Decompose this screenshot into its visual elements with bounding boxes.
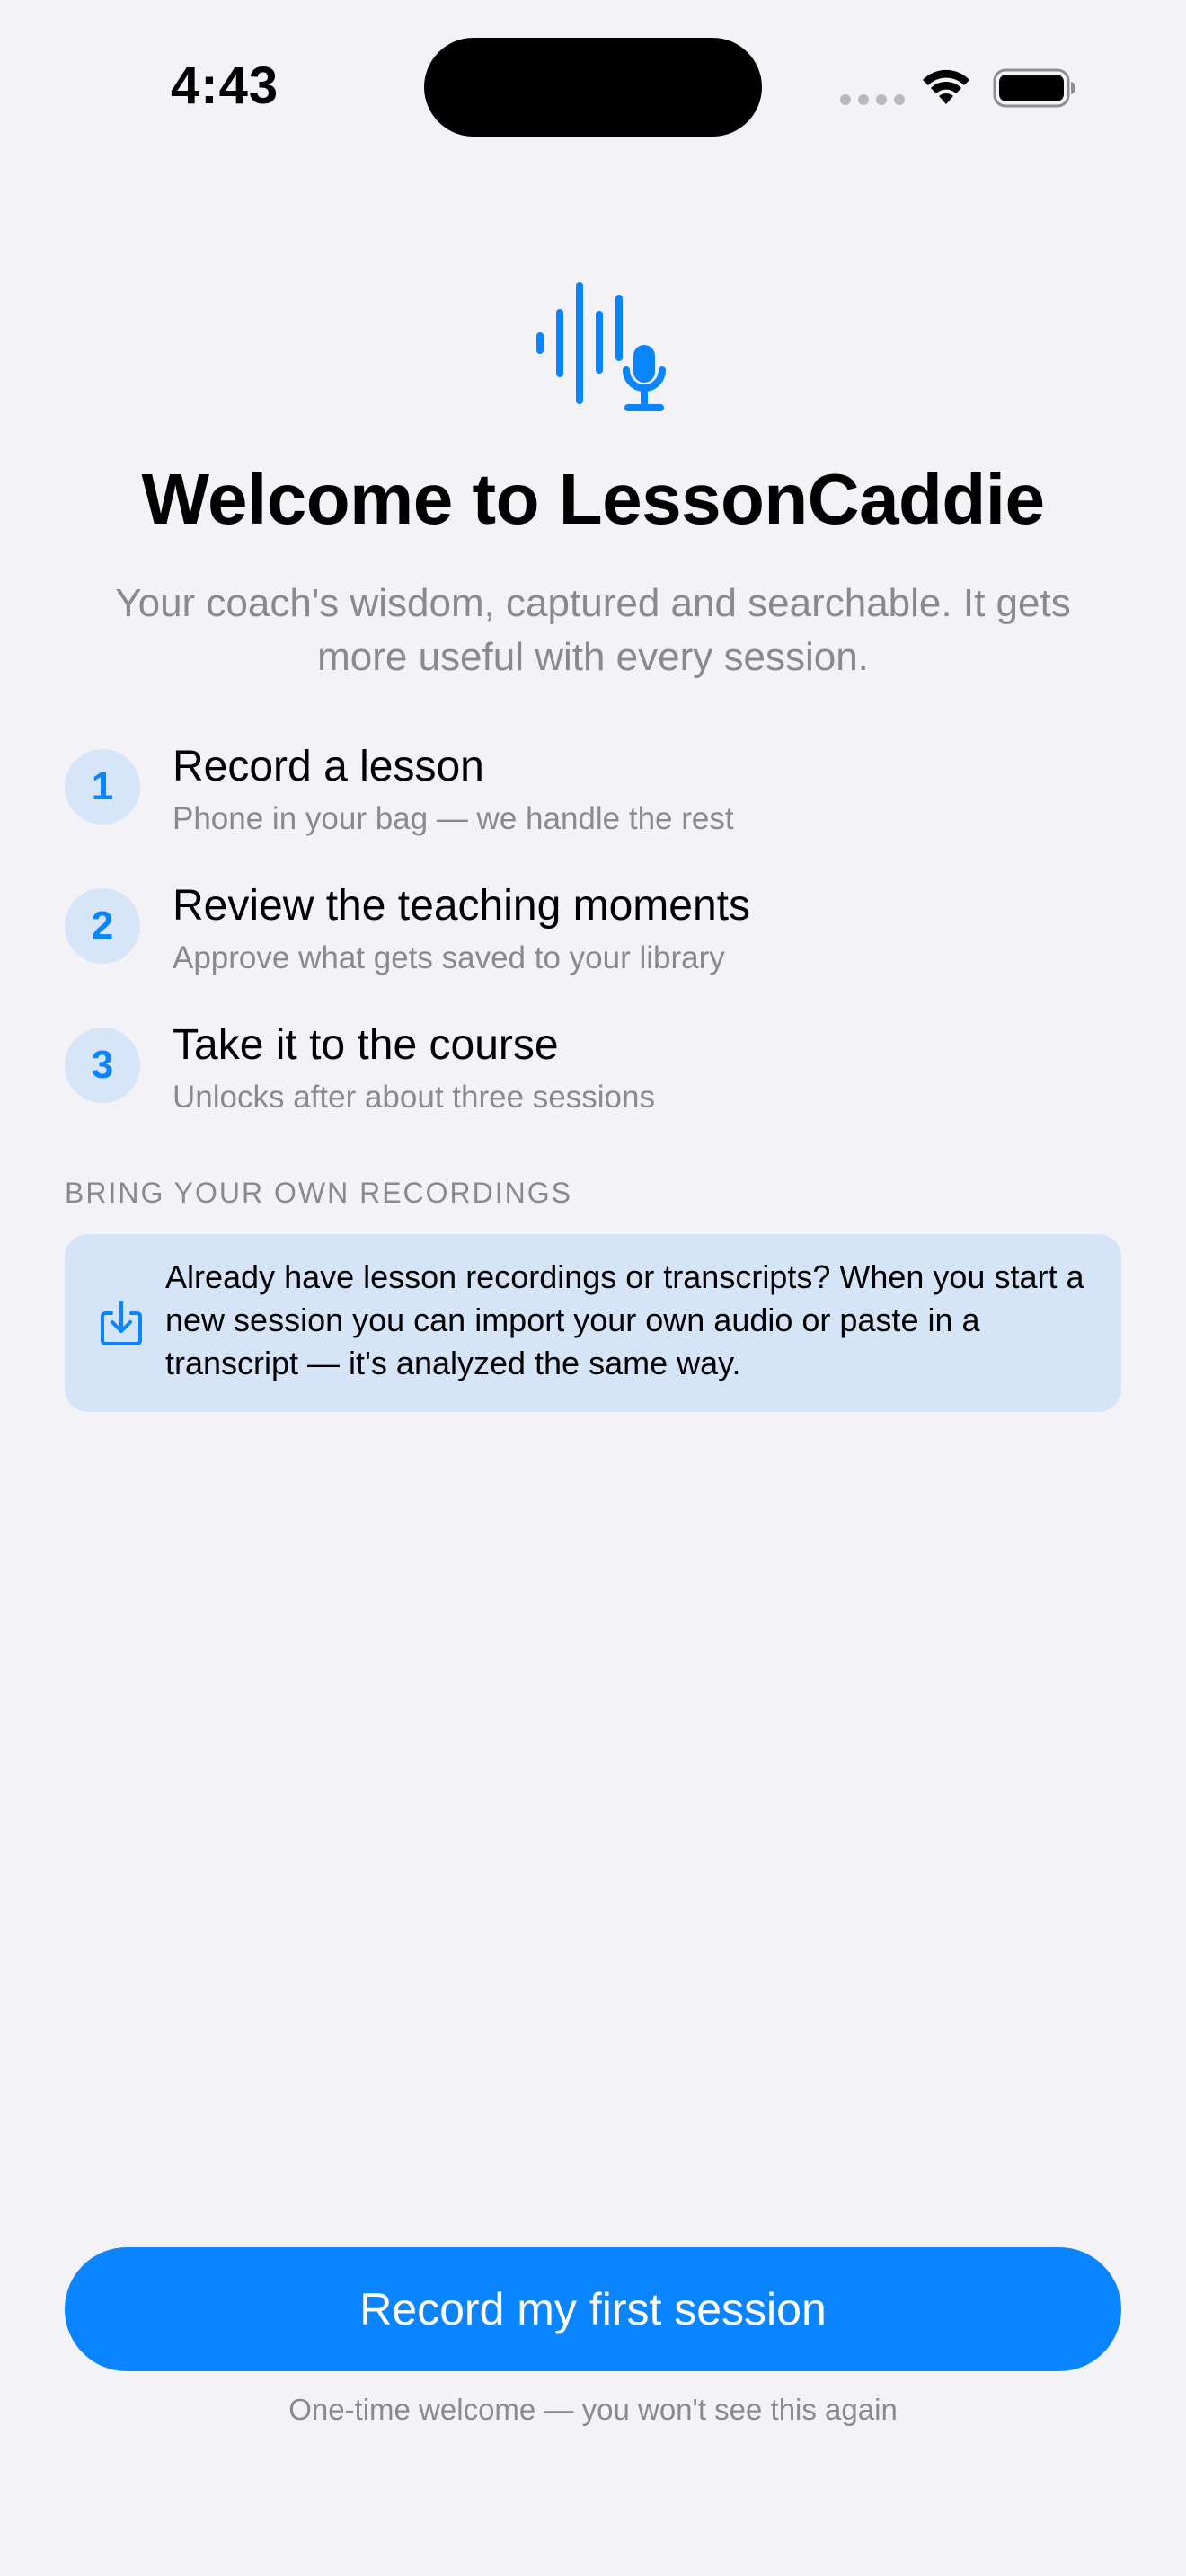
status-time: 4:43 bbox=[171, 57, 279, 115]
step-subtitle: Approve what gets saved to your library bbox=[173, 940, 725, 975]
record-first-session-button[interactable]: Record my first session bbox=[65, 2247, 1121, 2371]
step-number-badge: 2 bbox=[65, 888, 140, 964]
battery-icon bbox=[993, 68, 1075, 108]
welcome-footnote: One-time welcome — you won't see this ag… bbox=[288, 2393, 898, 2426]
cellular-signal-icon bbox=[840, 94, 905, 105]
step-item: 2 Review the teaching moments Approve wh… bbox=[65, 881, 1125, 989]
step-item: 1 Record a lesson Phone in your bag — we… bbox=[65, 742, 1125, 850]
byo-info-text: Already have lesson recordings or transc… bbox=[165, 1258, 1084, 1381]
step-title: Record a lesson bbox=[173, 743, 484, 790]
waveform-microphone-icon bbox=[536, 282, 666, 411]
step-title: Take it to the course bbox=[173, 1021, 559, 1069]
step-subtitle: Unlocks after about three sessions bbox=[173, 1080, 655, 1115]
step-item: 3 Take it to the course Unlocks after ab… bbox=[65, 1020, 1125, 1128]
status-icons bbox=[840, 63, 1083, 111]
step-number-badge: 1 bbox=[65, 749, 140, 825]
byo-info-card: Already have lesson recordings or transc… bbox=[65, 1234, 1121, 1412]
import-icon bbox=[101, 1301, 142, 1345]
section-header-byo: BRING YOUR OWN RECORDINGS bbox=[65, 1177, 572, 1209]
page-subtitle: Your coach's wisdom, captured and search… bbox=[115, 581, 1071, 679]
step-number-badge: 3 bbox=[65, 1028, 140, 1103]
page-title: Welcome to LessonCaddie bbox=[141, 459, 1045, 539]
dynamic-island bbox=[424, 38, 762, 137]
wifi-icon bbox=[923, 69, 969, 104]
step-subtitle: Phone in your bag — we handle the rest bbox=[173, 801, 734, 836]
step-title: Review the teaching moments bbox=[173, 882, 750, 930]
